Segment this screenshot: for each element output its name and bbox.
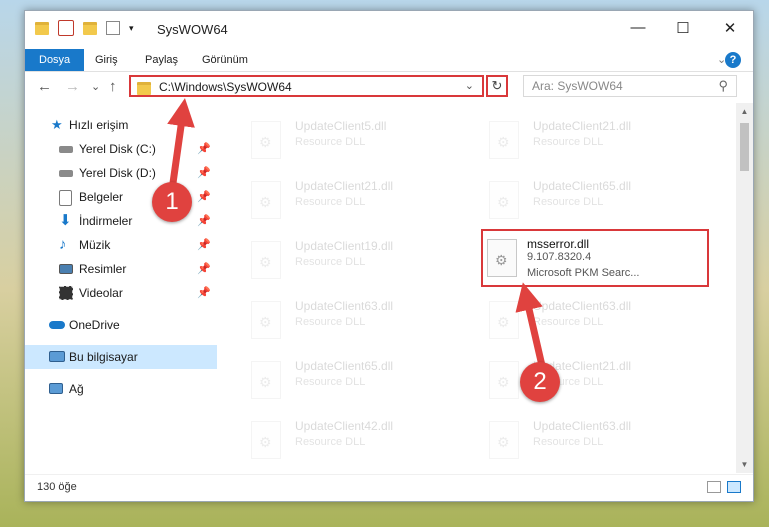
annotation-arrows xyxy=(167,98,547,371)
arrow-to-msserror-file xyxy=(515,282,547,371)
step-badge-1: 1 xyxy=(152,182,192,222)
step-badge-2: 2 xyxy=(520,362,560,402)
arrow-to-address-bar xyxy=(167,98,195,191)
